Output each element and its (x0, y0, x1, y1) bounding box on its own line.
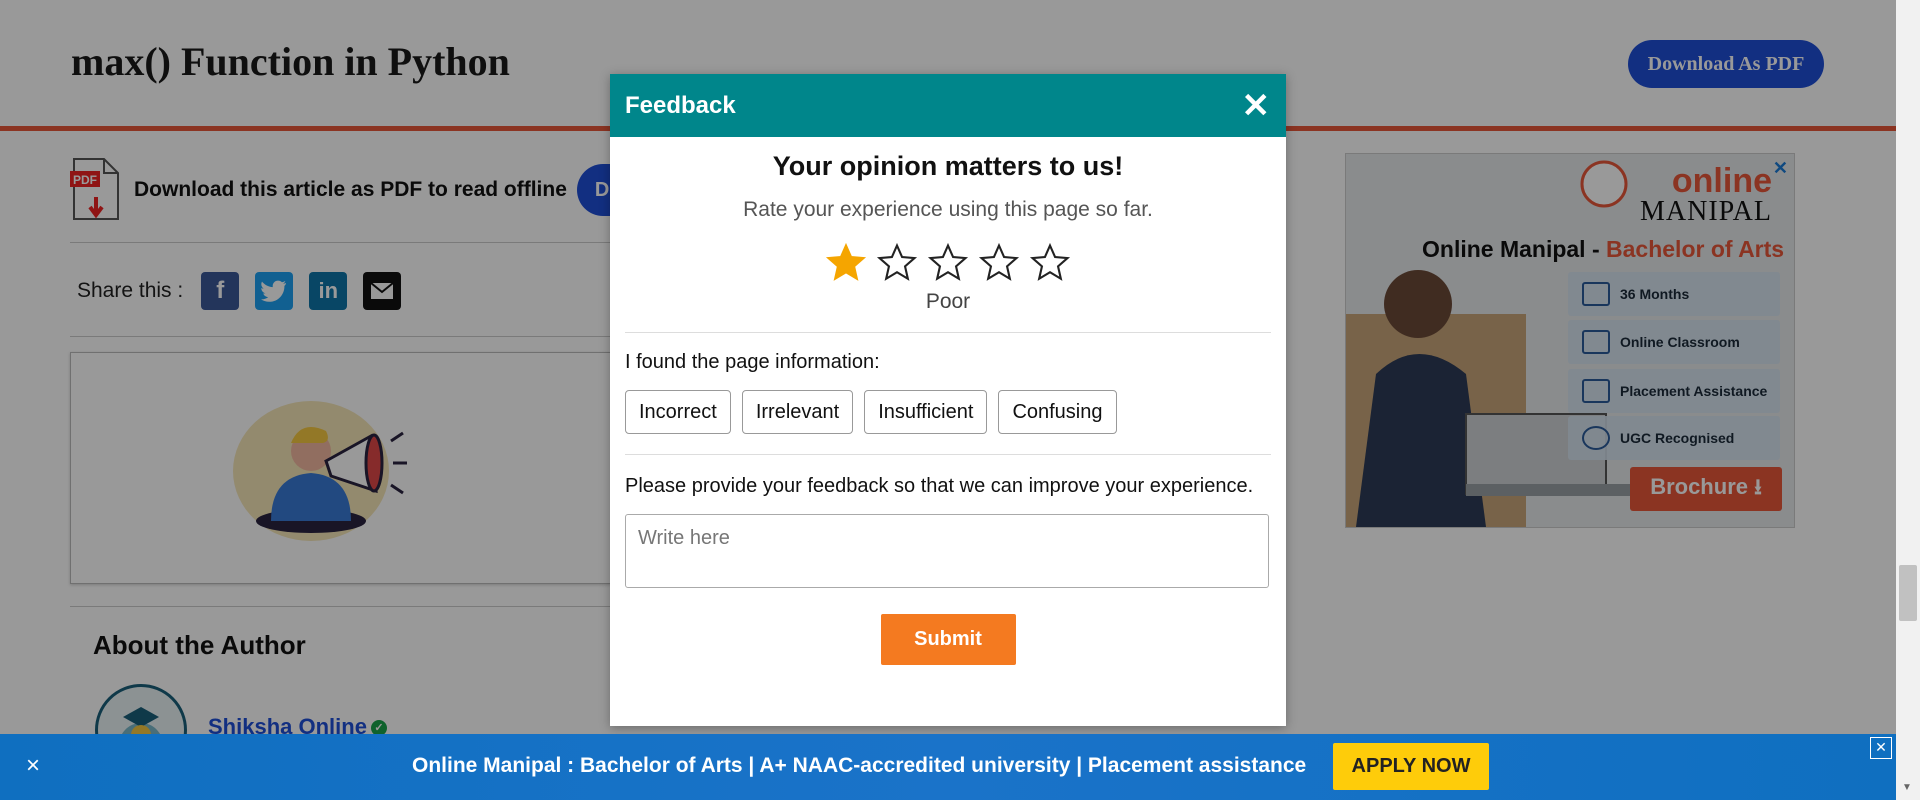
feedback-textarea[interactable] (625, 514, 1269, 588)
close-icon[interactable]: ✕ (1242, 89, 1271, 123)
banner-dismiss-icon[interactable]: × (26, 752, 40, 780)
scroll-down-arrow-icon[interactable]: ▼ (1902, 782, 1912, 793)
page-info-question: I found the page information: (625, 351, 880, 373)
apply-now-button[interactable]: APPLY NOW (1333, 743, 1489, 790)
star-4-icon[interactable] (978, 242, 1020, 284)
article-page: max() Function in Python Download As PDF… (0, 0, 1920, 800)
banner-close-icon[interactable]: ✕ (1870, 737, 1892, 759)
option-irrelevant-button[interactable]: Irrelevant (741, 390, 854, 434)
submit-button[interactable]: Submit (880, 614, 1016, 665)
feedback-heading: Your opinion matters to us! (772, 151, 1124, 181)
modal-header: Feedback ✕ (610, 74, 1286, 137)
star-rating (610, 242, 1286, 284)
scrollbar-track[interactable] (1896, 0, 1920, 800)
scrollbar-thumb[interactable] (1899, 565, 1917, 621)
star-5-icon[interactable] (1029, 242, 1071, 284)
option-incorrect-button[interactable]: Incorrect (625, 390, 731, 434)
feedback-modal: Feedback ✕ Your opinion matters to us! R… (610, 74, 1286, 726)
modal-title: Feedback (625, 91, 736, 119)
bottom-ad-banner: × Online Manipal : Bachelor of Arts | A+… (0, 734, 1896, 800)
feedback-prompt: Please provide your feedback so that we … (625, 475, 1254, 497)
option-insufficient-button[interactable]: Insufficient (864, 390, 988, 434)
option-confusing-button[interactable]: Confusing (998, 390, 1117, 434)
rating-label: Poor (925, 290, 971, 313)
divider (625, 454, 1271, 455)
star-2-icon[interactable] (876, 242, 918, 284)
star-3-icon[interactable] (927, 242, 969, 284)
page-info-options: Incorrect Irrelevant Insufficient Confus… (625, 390, 1286, 434)
divider (625, 332, 1271, 333)
banner-text[interactable]: Online Manipal : Bachelor of Arts | A+ N… (412, 754, 1306, 778)
star-1-icon[interactable] (825, 242, 867, 284)
feedback-subheading: Rate your experience using this page so … (743, 198, 1153, 221)
